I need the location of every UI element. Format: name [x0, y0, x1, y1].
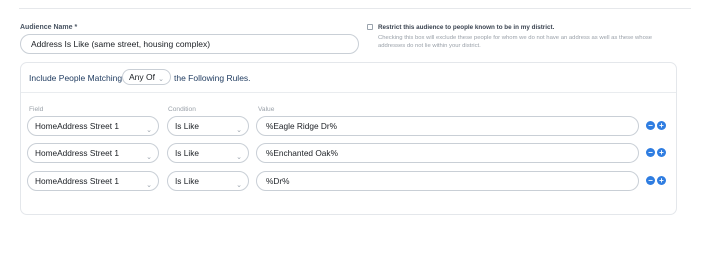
minus-circle-icon[interactable]: −: [646, 148, 655, 157]
restrict-checkbox[interactable]: [367, 24, 373, 30]
rule-condition-value: Is Like: [175, 176, 199, 186]
chevron-down-icon: ⌄: [236, 182, 242, 189]
audience-editor: Audience Name * Address Is Like (same st…: [0, 0, 703, 255]
column-field-label: Field: [29, 106, 44, 113]
plus-circle-icon[interactable]: +: [657, 148, 666, 157]
restrict-label: Restrict this audience to people known t…: [378, 24, 555, 31]
chevron-down-icon: ⌄: [146, 182, 152, 189]
rule-condition-value: Is Like: [175, 148, 199, 158]
rule-condition-select[interactable]: Is Like ⌄: [167, 116, 249, 136]
rules-header: Include People Matching Any Of ⌄ the Fol…: [21, 63, 676, 93]
plus-circle-icon[interactable]: +: [657, 121, 666, 130]
rule-condition-select[interactable]: Is Like ⌄: [167, 143, 249, 163]
minus-circle-icon[interactable]: −: [646, 121, 655, 130]
match-mode-value: Any Of: [129, 72, 155, 82]
rule-field-select[interactable]: HomeAddress Street 1 ⌄: [27, 171, 159, 191]
chevron-down-icon: ⌄: [158, 76, 164, 83]
match-mode-select[interactable]: Any Of ⌄: [122, 69, 171, 85]
rules-header-suffix: the Following Rules.: [174, 73, 251, 83]
rule-condition-value: Is Like: [175, 121, 199, 131]
rule-field-select[interactable]: HomeAddress Street 1 ⌄: [27, 143, 159, 163]
rules-header-prefix: Include People Matching: [29, 73, 123, 83]
audience-name-label: Audience Name *: [20, 24, 78, 31]
rules-panel: Include People Matching Any Of ⌄ the Fol…: [20, 62, 677, 215]
rule-field-value: HomeAddress Street 1: [35, 176, 119, 186]
chevron-down-icon: ⌄: [146, 154, 152, 161]
rule-field-select[interactable]: HomeAddress Street 1 ⌄: [27, 116, 159, 136]
rule-value-input[interactable]: %Dr%: [256, 171, 639, 191]
chevron-down-icon: ⌄: [236, 127, 242, 134]
plus-circle-icon[interactable]: +: [657, 176, 666, 185]
rule-value-input[interactable]: %Eagle Ridge Dr%: [256, 116, 639, 136]
rule-condition-select[interactable]: Is Like ⌄: [167, 171, 249, 191]
audience-name-input[interactable]: Address Is Like (same street, housing co…: [20, 34, 359, 54]
chevron-down-icon: ⌄: [236, 154, 242, 161]
chevron-down-icon: ⌄: [146, 127, 152, 134]
rule-value-input[interactable]: %Enchanted Oak%: [256, 143, 639, 163]
restrict-note: Checking this box will exclude these peo…: [378, 35, 653, 49]
rule-field-value: HomeAddress Street 1: [35, 121, 119, 131]
rule-field-value: HomeAddress Street 1: [35, 148, 119, 158]
minus-circle-icon[interactable]: −: [646, 176, 655, 185]
divider: [19, 8, 691, 9]
column-condition-label: Condition: [168, 106, 196, 113]
column-value-label: Value: [258, 106, 275, 113]
